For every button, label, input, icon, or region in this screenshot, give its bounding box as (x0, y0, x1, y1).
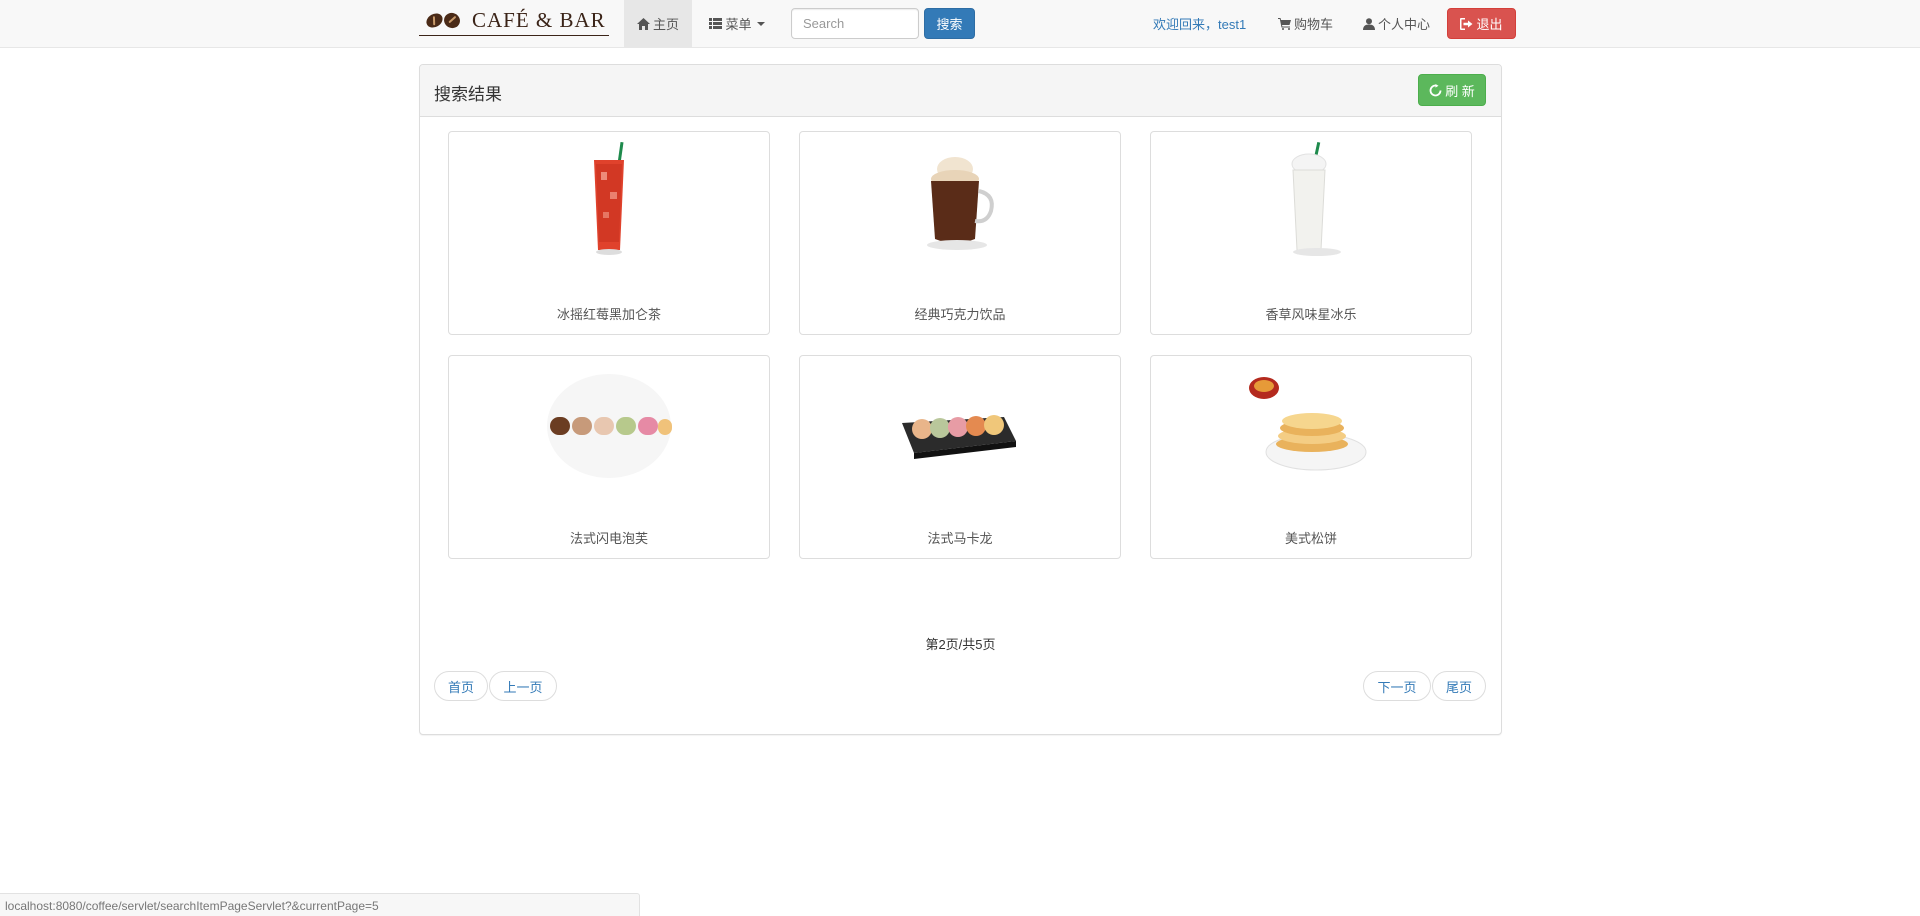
search-results-panel: 搜索结果 刷 新 冰摇红莓黑加仑茶 经典巧克力饮品 香草风味星冰乐 法式闪电泡芙… (419, 64, 1502, 735)
brand-logo[interactable]: CAFÉ & BAR (419, 6, 609, 36)
cart-label: 购物车 (1294, 17, 1334, 32)
list-icon (709, 18, 723, 29)
shopping-cart-icon (1278, 17, 1291, 30)
macaron-icon (800, 366, 1120, 486)
product-card[interactable]: 香草风味星冰乐 (1150, 131, 1472, 335)
product-name: 经典巧克力饮品 (914, 307, 1006, 322)
product-name: 冰摇红莓黑加仑茶 (556, 307, 661, 322)
search-button[interactable]: 搜索 (924, 8, 975, 39)
cart-link[interactable]: 购物车 (1278, 0, 1333, 47)
product-name: 法式闪电泡芙 (569, 531, 648, 546)
logout-button[interactable]: 退出 (1447, 8, 1516, 39)
product-name: 法式马卡龙 (927, 531, 993, 546)
product-card[interactable]: 美式松饼 (1150, 355, 1472, 559)
refresh-label: 刷 新 (1445, 83, 1475, 99)
caret-down-icon (756, 21, 765, 26)
product-card[interactable]: 法式闪电泡芙 (448, 355, 770, 559)
panel-heading: 搜索结果 刷 新 (420, 65, 1501, 117)
iced-tea-icon (449, 142, 769, 262)
product-name: 美式松饼 (1284, 531, 1337, 546)
user-icon (1363, 17, 1375, 30)
coffee-beans-icon (423, 10, 463, 31)
refresh-icon (1429, 83, 1442, 97)
profile-link[interactable]: 个人中心 (1363, 0, 1430, 47)
panel-title: 搜索结果 (434, 85, 502, 104)
welcome-link[interactable]: 欢迎回来，test1 (1153, 0, 1246, 47)
profile-label: 个人中心 (1378, 17, 1431, 32)
product-name: 香草风味星冰乐 (1265, 307, 1357, 322)
top-navbar: CAFÉ & BAR 主页 菜单 搜索 欢迎回来，test1 购物车 个人中心 … (0, 0, 1920, 48)
nav-menu-label: 菜单 (725, 17, 752, 32)
browser-status-bar: localhost:8080/coffee/servlet/searchItem… (0, 893, 640, 916)
nav-menu-dropdown[interactable]: 菜单 (704, 0, 770, 47)
brand-name: CAFÉ & BAR (472, 8, 606, 32)
hot-chocolate-icon (800, 142, 1120, 262)
product-card[interactable]: 经典巧克力饮品 (799, 131, 1121, 335)
product-card[interactable]: 法式马卡龙 (799, 355, 1121, 559)
nav-home[interactable]: 主页 (624, 0, 692, 47)
logout-label: 退出 (1476, 17, 1503, 32)
vanilla-frappuccino-icon (1151, 142, 1471, 262)
home-icon (636, 17, 650, 30)
product-card[interactable]: 冰摇红莓黑加仑茶 (448, 131, 770, 335)
last-page-button[interactable]: 尾页 (1432, 671, 1486, 701)
prev-page-button[interactable]: 上一页 (489, 671, 557, 701)
nav-home-label: 主页 (652, 17, 679, 32)
page-info: 第2页/共5页 (925, 637, 996, 652)
pancake-icon (1151, 366, 1471, 486)
first-page-button[interactable]: 首页 (434, 671, 488, 701)
next-page-button[interactable]: 下一页 (1363, 671, 1431, 701)
eclair-icon (449, 366, 769, 486)
logout-icon (1460, 17, 1473, 30)
search-input[interactable] (791, 8, 919, 39)
refresh-button[interactable]: 刷 新 (1418, 74, 1486, 106)
